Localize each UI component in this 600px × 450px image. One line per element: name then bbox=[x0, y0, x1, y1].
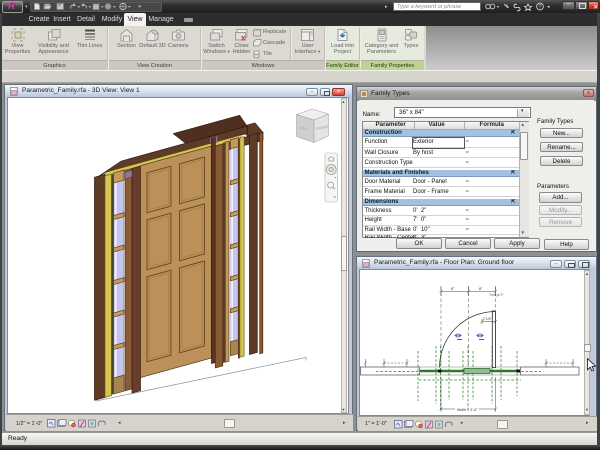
svg-text:2 1/2": 2 1/2" bbox=[483, 317, 493, 321]
svg-text:x: x bbox=[241, 34, 246, 43]
svg-text:Width = 3'-0": Width = 3'-0" bbox=[457, 408, 478, 412]
svg-text:Trim pr 2": Trim pr 2" bbox=[489, 293, 504, 297]
svg-text:8": 8" bbox=[479, 287, 483, 291]
svg-text:8": 8" bbox=[451, 287, 455, 291]
